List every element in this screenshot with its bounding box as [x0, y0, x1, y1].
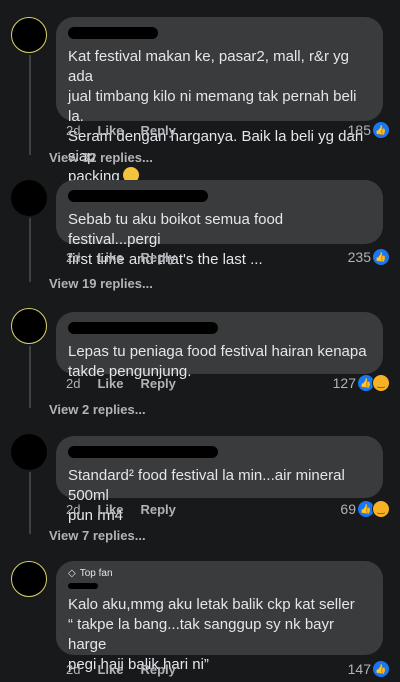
- thread-line: [29, 218, 31, 282]
- timestamp[interactable]: 2d: [66, 662, 80, 677]
- redacted-name: [68, 583, 98, 589]
- reply-button[interactable]: Reply: [140, 250, 175, 265]
- comment-actions: 2d Like Reply: [66, 376, 176, 391]
- redacted-name: [68, 190, 208, 202]
- comment-text: Kat festival makan ke, pasar2, mall, r&r…: [68, 48, 364, 185]
- top-fan-label: Top fan: [79, 568, 113, 579]
- comment-bubble: Lepas tu peniaga food festival hairan ke…: [56, 312, 383, 380]
- timestamp[interactable]: 2d: [66, 376, 80, 391]
- like-button[interactable]: Like: [97, 502, 123, 517]
- avatar[interactable]: [11, 308, 47, 344]
- like-icon: 👍: [372, 660, 390, 678]
- redacted-name: [68, 446, 218, 458]
- timestamp[interactable]: 2d: [66, 502, 80, 517]
- reply-button[interactable]: Reply: [140, 502, 175, 517]
- timestamp[interactable]: 2d: [66, 123, 80, 138]
- view-replies-link[interactable]: View 2 replies...: [49, 402, 146, 417]
- view-replies-link[interactable]: View 19 replies...: [49, 276, 153, 291]
- haha-icon: ‿: [372, 500, 390, 518]
- avatar[interactable]: [11, 561, 47, 597]
- reply-button[interactable]: Reply: [140, 123, 175, 138]
- like-button[interactable]: Like: [97, 250, 123, 265]
- reaction-count: 185: [347, 122, 371, 138]
- comment-text: Standard² food festival la min...air min…: [68, 467, 345, 524]
- reaction-count: 127: [332, 375, 356, 391]
- haha-icon: ‿: [372, 374, 390, 392]
- reaction-summary[interactable]: 235 👍: [348, 248, 390, 266]
- like-button[interactable]: Like: [97, 662, 123, 677]
- reaction-count: 69: [340, 501, 356, 517]
- thread-line: [29, 472, 31, 534]
- thread-line: [29, 55, 31, 155]
- like-button[interactable]: Like: [97, 376, 123, 391]
- reply-button[interactable]: Reply: [140, 376, 175, 391]
- avatar[interactable]: [11, 17, 47, 53]
- reaction-summary[interactable]: 185 👍: [348, 121, 390, 139]
- comment-actions: 2d Like Reply: [66, 250, 176, 265]
- comment-bubble: Standard² food festival la min...air min…: [56, 436, 383, 524]
- reaction-summary[interactable]: 127 👍 ‿: [333, 374, 390, 392]
- timestamp[interactable]: 2d: [66, 250, 80, 265]
- thread-line: [29, 346, 31, 408]
- comment-bubble: ◇ Top fan Kalo aku,mmg aku letak balik c…: [56, 561, 383, 673]
- reply-button[interactable]: Reply: [140, 662, 175, 677]
- comment-actions: 2d Like Reply: [66, 662, 176, 677]
- like-icon: 👍: [372, 248, 390, 266]
- comment-actions: 2d Like Reply: [66, 502, 176, 517]
- view-replies-link[interactable]: View 32 replies...: [49, 150, 153, 165]
- reaction-summary[interactable]: 147 👍: [348, 660, 390, 678]
- like-icon: 👍: [372, 121, 390, 139]
- redacted-name: [68, 27, 158, 39]
- reaction-count: 147: [347, 661, 371, 677]
- redacted-name: [68, 322, 218, 334]
- diamond-icon: ◇: [68, 568, 76, 579]
- view-replies-link[interactable]: View 7 replies...: [49, 528, 146, 543]
- comment-actions: 2d Like Reply: [66, 123, 176, 138]
- top-fan-badge: ◇ Top fan: [68, 568, 371, 579]
- reaction-summary[interactable]: 69 👍 ‿: [340, 500, 390, 518]
- avatar[interactable]: [11, 180, 47, 216]
- comment-bubble: Kat festival makan ke, pasar2, mall, r&r…: [56, 17, 383, 185]
- like-button[interactable]: Like: [97, 123, 123, 138]
- reaction-count: 235: [347, 249, 371, 265]
- avatar[interactable]: [11, 434, 47, 470]
- comment-bubble: Sebab tu aku boikot semua food festival.…: [56, 180, 383, 268]
